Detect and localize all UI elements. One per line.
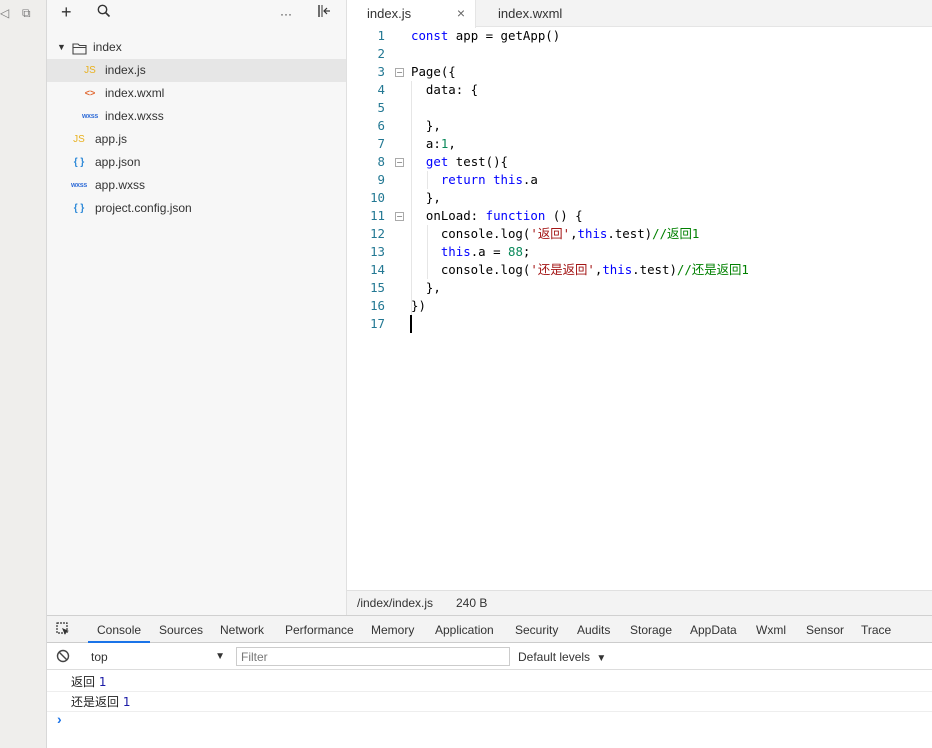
add-icon[interactable]: +: [61, 2, 72, 23]
json-file-icon: { }: [73, 157, 85, 168]
tab-label: index.wxml: [498, 6, 563, 21]
code-line: 8− get test(){: [377, 154, 508, 169]
fold-icon[interactable]: −: [395, 212, 404, 221]
code-line: 2: [377, 46, 385, 61]
code-line: 3− Page({: [377, 64, 456, 79]
wxss-file-icon: wxss: [82, 113, 98, 120]
explorer-toolbar: + ···: [47, 0, 346, 28]
tree-item-label: index.js: [105, 63, 146, 77]
fold-icon[interactable]: −: [395, 68, 404, 77]
log-text: 返回: [71, 675, 96, 689]
code-line: 10 },: [370, 190, 441, 205]
dropdown-arrow-icon: ▼: [596, 653, 607, 664]
tree-folder-index[interactable]: ▼ index: [47, 36, 346, 59]
code-line: 5: [377, 100, 385, 115]
tree-item-label: index.wxss: [105, 109, 164, 123]
js-file-icon: JS: [84, 65, 96, 76]
tree-file-index-wxss[interactable]: wxss index.wxss: [47, 105, 346, 128]
devtools-panel: Console Sources Network Performance Memo…: [47, 615, 932, 748]
inspect-element-icon[interactable]: [56, 622, 71, 640]
tree-item-label: index.wxml: [105, 86, 165, 100]
tab-network[interactable]: Network: [220, 616, 264, 643]
file-size: 240 B: [456, 596, 488, 610]
code-line: 7 a:1,: [377, 136, 456, 151]
clear-console-icon[interactable]: [56, 649, 70, 666]
console-toolbar: top ▼ Default levels ▼: [47, 643, 932, 670]
search-icon[interactable]: [97, 4, 111, 22]
tree-item-label: app.wxss: [95, 178, 146, 192]
code-line: 11− onLoad: function () {: [370, 208, 583, 223]
code-line: 6 },: [377, 118, 441, 133]
file-path: /index/index.js: [357, 596, 434, 610]
log-text: 还是返回: [71, 695, 120, 709]
code-line: 16}): [370, 298, 426, 313]
collapse-panel-icon[interactable]: [317, 4, 331, 22]
tab-index-js[interactable]: index.js ×: [347, 0, 476, 28]
activity-strip: ◁ ⧉: [0, 0, 47, 748]
context-select[interactable]: top ▼: [85, 648, 225, 666]
more-icon[interactable]: ···: [280, 7, 292, 21]
devtools-tabs: Console Sources Network Performance Memo…: [47, 616, 932, 643]
log-value: 1: [98, 675, 107, 689]
tree-file-index-wxml[interactable]: <> index.wxml: [47, 82, 346, 105]
tab-sensor[interactable]: Sensor: [806, 616, 844, 643]
code-line: 13 this.a = 88;: [370, 244, 531, 259]
code-line: 9 return this.a: [377, 172, 538, 187]
tree-file-app-json[interactable]: { } app.json: [47, 151, 346, 174]
tree-file-app-js[interactable]: JS app.js: [47, 128, 346, 151]
tab-label: index.js: [367, 6, 412, 21]
tab-wxml[interactable]: Wxml: [756, 616, 786, 643]
fold-icon[interactable]: −: [395, 158, 404, 167]
tab-sources[interactable]: Sources: [159, 616, 203, 643]
tab-security[interactable]: Security: [515, 616, 558, 643]
tree-file-app-wxss[interactable]: wxss app.wxss: [47, 174, 346, 197]
tab-application[interactable]: Application: [435, 616, 494, 643]
console-log-row: 还是返回 1: [47, 692, 932, 712]
tree-file-index-js[interactable]: JS index.js: [47, 59, 346, 82]
code-line: 17: [370, 316, 385, 331]
code-line: 14 console.log('还是返回',this.test)//还是返回1: [370, 262, 749, 277]
tab-trace[interactable]: Trace: [861, 616, 891, 643]
wxml-file-icon: <>: [84, 88, 96, 98]
tab-console[interactable]: Console: [88, 616, 151, 643]
chevron-down-icon: ▼: [57, 42, 66, 52]
tab-appdata[interactable]: AppData: [690, 616, 737, 643]
log-value: 1: [122, 695, 131, 709]
wxss-file-icon: wxss: [71, 182, 87, 189]
tree-item-label: index: [93, 40, 122, 54]
dropdown-arrow-icon: ▼: [215, 651, 225, 662]
tab-audits[interactable]: Audits: [577, 616, 610, 643]
back-icon[interactable]: ◁: [0, 6, 9, 20]
text-cursor: [410, 315, 412, 333]
tree-file-project-config[interactable]: { } project.config.json: [47, 197, 346, 220]
window-icon[interactable]: ⧉: [22, 6, 31, 21]
tab-storage[interactable]: Storage: [630, 616, 672, 643]
console-log-row: 返回 1: [47, 672, 932, 692]
js-file-icon: JS: [73, 134, 85, 145]
editor-tabs: index.js × index.wxml: [347, 0, 932, 28]
status-bar: /index/index.js 240 B: [347, 590, 932, 615]
json-file-icon: { }: [73, 203, 85, 214]
code-line: 1 const app = getApp(): [377, 28, 561, 43]
file-explorer: + ··· ▼ index JS index.js <> index.wxml …: [47, 0, 347, 615]
code-editor: index.js × index.wxml 1 const app = getAp…: [347, 0, 932, 615]
tree-item-label: app.json: [95, 155, 141, 169]
filter-input[interactable]: [236, 647, 510, 666]
tab-memory[interactable]: Memory: [371, 616, 414, 643]
close-icon[interactable]: ×: [457, 0, 465, 27]
log-levels-label: Default levels: [518, 650, 591, 664]
code-line: 4 data: {: [377, 82, 479, 97]
tree-item-label: app.js: [95, 132, 128, 146]
code-line: 12 console.log('返回',this.test)//返回1: [370, 226, 700, 241]
code-area[interactable]: 1 const app = getApp() 2 3− Page({ 4 data:…: [347, 27, 932, 590]
console-prompt-icon[interactable]: ›: [57, 711, 62, 727]
log-levels-select[interactable]: Default levels ▼: [518, 648, 606, 668]
code-line: 15 },: [370, 280, 441, 295]
tab-index-wxml[interactable]: index.wxml: [498, 0, 562, 27]
tree-item-label: project.config.json: [95, 201, 192, 215]
context-value: top: [91, 650, 108, 664]
tab-performance[interactable]: Performance: [285, 616, 354, 643]
